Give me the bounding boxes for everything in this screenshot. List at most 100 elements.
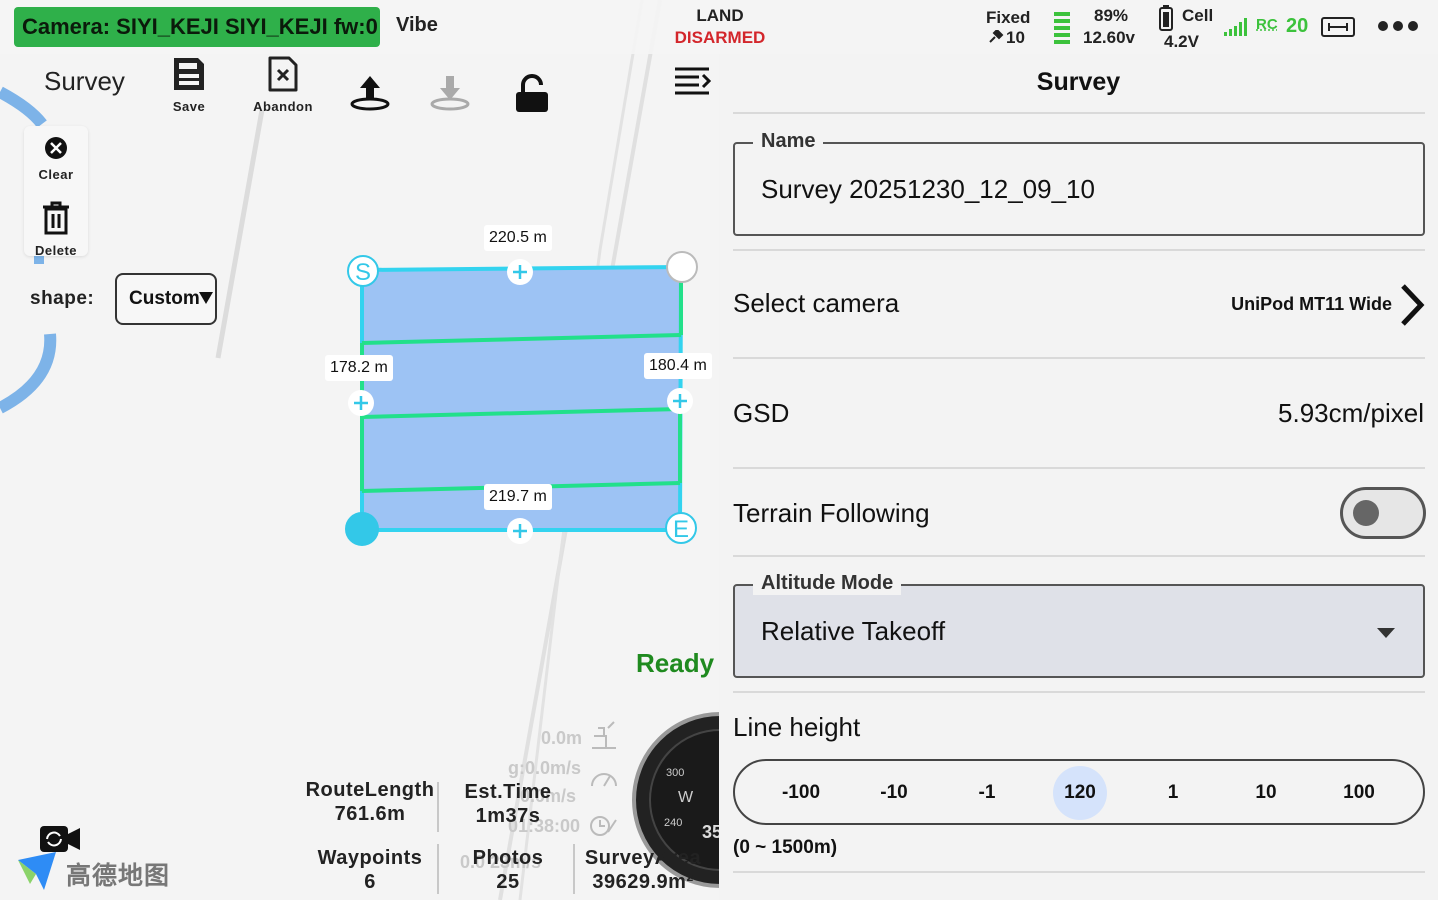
vibe-indicator[interactable]: Vibe — [396, 14, 438, 37]
camera-status-banner[interactable]: Camera: SIYI_KEJI SIYI_KEJI fw:0 — [14, 7, 380, 47]
name-label: Name — [753, 130, 824, 153]
step-plus-1[interactable]: 1 — [1146, 766, 1200, 820]
name-input[interactable]: Survey 20251230_12_09_10 — [761, 174, 1095, 205]
step-minus-1[interactable]: -1 — [960, 766, 1014, 820]
delete-button[interactable]: Delete — [24, 200, 88, 258]
name-field[interactable]: Name Survey 20251230_12_09_10 — [733, 130, 1425, 236]
upload-icon[interactable] — [350, 74, 390, 112]
chevron-down-icon[interactable] — [199, 292, 213, 304]
step-minus-10[interactable]: -10 — [867, 766, 921, 820]
lock-icon[interactable] — [514, 74, 550, 114]
gps-fix-label: Fixed — [986, 8, 1031, 27]
select-camera-label[interactable]: Select camera — [733, 288, 899, 319]
divider — [733, 357, 1425, 359]
line-height-label: Line height — [733, 712, 861, 742]
route-length-stat: RouteLength 761.6m — [302, 778, 438, 826]
save-button[interactable]: Save — [162, 56, 216, 114]
clear-label: Clear — [38, 167, 74, 182]
shape-label: shape: — [30, 288, 95, 309]
map-canvas[interactable]: S E W 300 240 35 — [0, 0, 720, 900]
rc-signal-count: 20 — [1286, 15, 1309, 37]
map-view[interactable]: S E W 300 240 35 — [0, 0, 720, 900]
abandon-button[interactable]: Abandon — [246, 56, 320, 114]
altitude-readout: 0.0m — [541, 728, 583, 748]
abandon-label: Abandon — [253, 99, 313, 114]
edge-length-label: 178.2 m — [325, 355, 393, 381]
map-road — [215, 109, 265, 359]
end-marker: E — [673, 516, 689, 543]
line-height-stepper: -100 -10 -1 120 1 10 100 — [733, 759, 1425, 825]
battery-level-icon — [1054, 12, 1070, 44]
add-vertex-handle[interactable] — [507, 259, 533, 285]
link-quality-icon[interactable] — [1320, 16, 1356, 38]
photos-stat: Photos 25 — [456, 846, 560, 894]
download-icon[interactable] — [430, 74, 470, 112]
start-marker: S — [355, 259, 371, 286]
route-length-label: RouteLength — [305, 779, 435, 801]
est-time-value: 1m37s — [475, 805, 541, 827]
menu-icon[interactable] — [673, 65, 711, 99]
line-height-current-value[interactable]: 120 — [1053, 766, 1107, 820]
gps-satellite-count: 10 — [1006, 28, 1025, 47]
divider — [733, 249, 1425, 251]
dropdown-arrow-icon[interactable] — [1377, 628, 1395, 638]
compass-west-label: W — [678, 789, 694, 806]
route-length-value: 761.6m — [334, 803, 406, 825]
polygon-vertex[interactable] — [666, 251, 698, 283]
trash-icon — [43, 201, 69, 235]
battery-voltage: 12.60v — [1083, 28, 1135, 47]
cell-label: Cell — [1182, 6, 1214, 25]
altitude-mode-select[interactable]: Altitude Mode Relative Takeoff — [733, 572, 1425, 678]
divider — [733, 112, 1425, 114]
speedometer-icon — [591, 773, 617, 787]
est-time-label: Est.Time — [464, 781, 552, 803]
waypoints-label: Waypoints — [317, 847, 423, 869]
step-plus-10[interactable]: 10 — [1239, 766, 1293, 820]
panel-title: Survey — [1036, 68, 1121, 96]
clear-button[interactable]: Clear — [24, 136, 88, 182]
signal-strength-icon — [1224, 18, 1247, 36]
step-minus-100[interactable]: -100 — [774, 766, 828, 820]
ready-status: Ready — [636, 648, 715, 678]
polygon-vertex[interactable] — [345, 512, 379, 546]
terrain-following-toggle[interactable] — [1340, 487, 1426, 539]
flight-mode-label[interactable]: LAND — [670, 6, 770, 26]
save-icon — [174, 58, 204, 90]
stat-divider — [573, 844, 575, 894]
compass-240-label: 240 — [664, 817, 682, 829]
map-river — [0, 86, 47, 128]
stat-divider — [437, 782, 439, 830]
stat-divider — [437, 844, 439, 894]
rc-label: RC — [1256, 16, 1278, 33]
add-vertex-handle[interactable] — [667, 388, 693, 414]
add-vertex-handle[interactable] — [348, 390, 374, 416]
altitude-mode-value[interactable]: Relative Takeoff — [761, 616, 945, 647]
cell-battery-icon — [1159, 5, 1173, 31]
divider — [733, 691, 1425, 693]
add-vertex-handle[interactable] — [507, 518, 533, 544]
survey-area-stat: SurveyArea 39629.9m² — [582, 846, 704, 894]
chevron-right-icon[interactable] — [1399, 282, 1425, 328]
map-river — [0, 333, 57, 414]
abandon-icon — [268, 56, 298, 92]
arm-state-label[interactable]: DISARMED — [660, 28, 780, 48]
compass-heading: 35 — [702, 822, 720, 842]
waypoints-stat: Waypoints 6 — [312, 846, 428, 894]
selected-camera-value[interactable]: UniPod MT11 Wide — [1231, 294, 1392, 315]
line-height-range: (0 ~ 1500m) — [733, 837, 838, 858]
altitude-icon — [592, 721, 616, 749]
battery-percent: 89% — [1094, 6, 1129, 25]
photos-label: Photos — [472, 847, 544, 869]
divider — [733, 871, 1425, 873]
step-plus-100[interactable]: 100 — [1332, 766, 1386, 820]
edge-length-label: 180.4 m — [644, 353, 712, 379]
edge-length-label: 219.7 m — [484, 484, 552, 510]
plan-mode-title: Survey — [44, 66, 125, 96]
satellite-icon — [989, 30, 1004, 43]
edge-length-label: 220.5 m — [484, 225, 552, 251]
more-options-icon[interactable] — [1378, 20, 1418, 32]
gsd-value: 5.93cm/pixel — [1278, 398, 1424, 428]
video-switch-icon[interactable] — [40, 826, 80, 852]
toggle-knob — [1353, 500, 1379, 526]
compass-300-label: 300 — [666, 767, 684, 779]
